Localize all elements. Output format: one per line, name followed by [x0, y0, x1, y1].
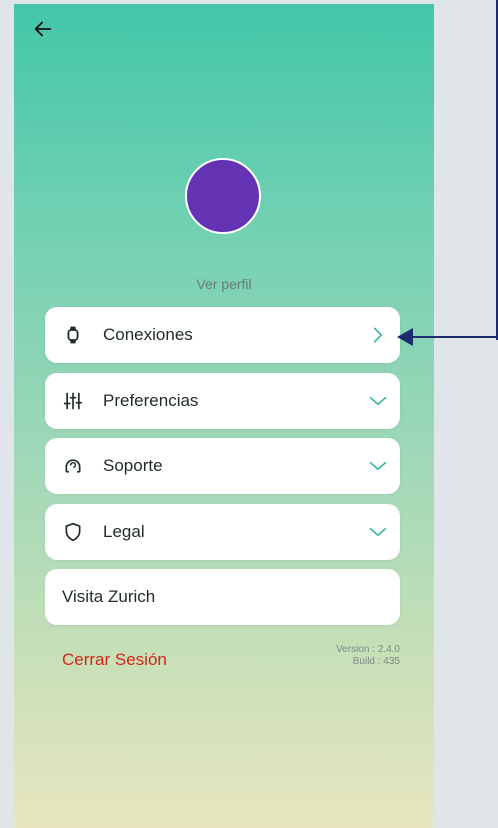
- menu-item-label: Legal: [103, 522, 145, 541]
- watch-icon: [67, 326, 79, 344]
- sliders-icon: [63, 392, 83, 410]
- app-screen: Ver perfil Conexiones Preferencias Sopor…: [14, 4, 434, 828]
- menu-item-label: Visita Zurich: [62, 587, 156, 606]
- callout-arrow-icon: [397, 328, 413, 346]
- menu-item-visita-zurich[interactable]: Visita Zurich: [45, 569, 400, 625]
- chevron-right-icon: [373, 327, 383, 343]
- logout-button[interactable]: Cerrar Sesión: [62, 650, 167, 670]
- build-text: Build : 435: [352, 656, 400, 667]
- support-icon: [65, 459, 81, 473]
- menu-item-soporte[interactable]: Soporte: [45, 438, 400, 494]
- version-info: Version : 2.4.0 Build : 435: [336, 644, 400, 668]
- menu-item-label: Soporte: [103, 456, 163, 475]
- menu-item-label: Conexiones: [103, 325, 193, 344]
- chevron-down-icon[interactable]: [368, 522, 388, 542]
- avatar[interactable]: [185, 158, 261, 234]
- menu-item-legal[interactable]: Legal: [45, 504, 400, 560]
- menu-item-preferencias[interactable]: Preferencias: [45, 373, 400, 429]
- menu-item-conexiones[interactable]: Conexiones: [45, 307, 400, 363]
- callout-line: [410, 336, 498, 338]
- chevron-down-icon[interactable]: [368, 456, 388, 476]
- shield-icon: [65, 522, 81, 542]
- chevron-down-icon[interactable]: [368, 391, 388, 411]
- version-text: Version : 2.4.0: [336, 644, 400, 655]
- menu-item-label: Preferencias: [103, 391, 199, 410]
- callout-line: [496, 0, 498, 340]
- arrow-left-icon[interactable]: [32, 18, 54, 40]
- view-profile-link[interactable]: Ver perfil: [14, 276, 434, 292]
